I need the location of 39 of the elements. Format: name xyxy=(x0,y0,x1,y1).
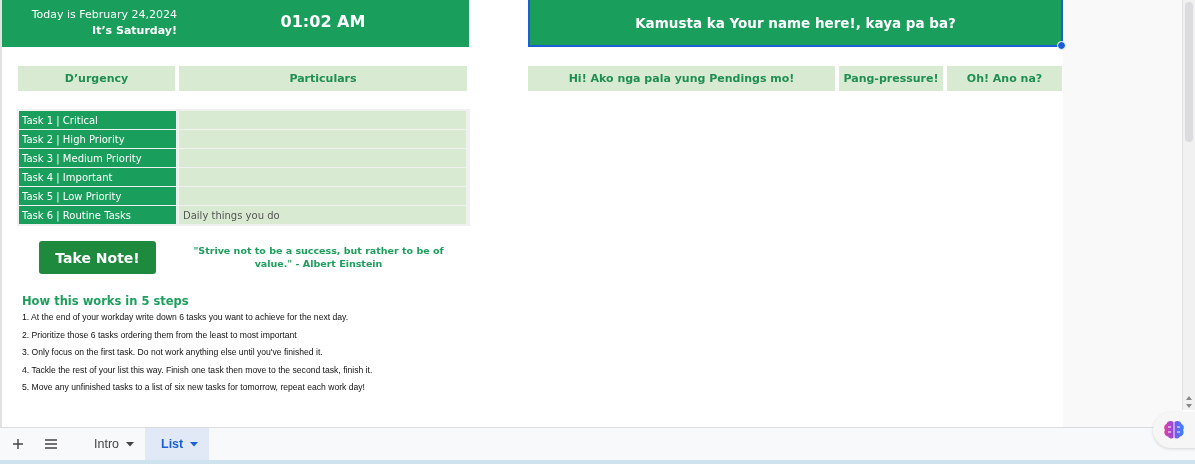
greeting-text: Kamusta ka Your name here!, kaya pa ba? xyxy=(635,14,956,31)
caret-icon xyxy=(126,441,134,447)
column-header: Hi! Ako nga pala yung Pendings mo! xyxy=(528,66,835,91)
column-header: Oh! Ano na? xyxy=(947,66,1062,91)
table-cell[interactable] xyxy=(179,187,466,205)
step-text: 5. Move any unfinished tasks to a list of six new tasks for tomorrow, repeat each work day! xyxy=(22,381,366,394)
step-text: 2. Prioritize those 6 tasks ordering them from the least to most important xyxy=(22,328,298,342)
table-cell[interactable] xyxy=(179,111,466,129)
date-text: Today is February 24,2024 xyxy=(31,7,177,23)
sheet-tab[interactable]: Intro xyxy=(78,428,145,460)
column-header: Pang-pressure! xyxy=(839,66,943,91)
task-label: Task 4 | Important xyxy=(19,168,176,186)
greeting-banner[interactable]: Kamusta ka Your name here!, kaya pa ba? xyxy=(528,0,1063,47)
ai-assistant-button[interactable] xyxy=(1153,412,1195,448)
table-cell[interactable] xyxy=(179,149,466,167)
quote-text: "Strive not to be a success, but rather to be of value." - Albert Einstein xyxy=(192,244,445,270)
table-cell[interactable] xyxy=(179,168,466,186)
day-text: It’s Saturday! xyxy=(92,23,177,39)
step-text: 1. At the end of your workday write down 6 tasks you want to achieve for the next day. xyxy=(22,311,350,324)
sheet-tab[interactable]: List xyxy=(145,428,210,460)
column-header: D’urgency xyxy=(18,66,175,91)
menu-icon xyxy=(44,439,58,449)
task-label: Task 6 | Routine Tasks xyxy=(19,206,176,224)
task-label: Task 2 | High Priority xyxy=(19,130,176,148)
task-label: Task 1 | Critical xyxy=(19,111,176,129)
step-text: 4. Tackle the rest of your list this way. Finish one task then move to the second task, finish it. xyxy=(22,363,374,377)
task-label: Task 5 | Low Priority xyxy=(19,187,176,205)
take-note-button[interactable]: Take Note! xyxy=(39,241,156,274)
caret-icon xyxy=(190,441,199,447)
step-text: 3. Only focus on the first task. Do not work anything else until you've finished it. xyxy=(22,346,324,359)
column-header: Particulars xyxy=(179,66,467,91)
time-text: 01:02 AM xyxy=(280,12,366,31)
steps-heading: How this works in 5 steps xyxy=(22,293,190,309)
vertical-scrollbar[interactable] xyxy=(1182,0,1195,410)
table-cell[interactable] xyxy=(179,130,466,148)
table-cell[interactable]: Daily things you do xyxy=(179,206,466,224)
brain-icon xyxy=(1163,420,1185,440)
plus-icon xyxy=(12,438,24,450)
task-label: Task 3 | Medium Priority xyxy=(19,149,176,167)
